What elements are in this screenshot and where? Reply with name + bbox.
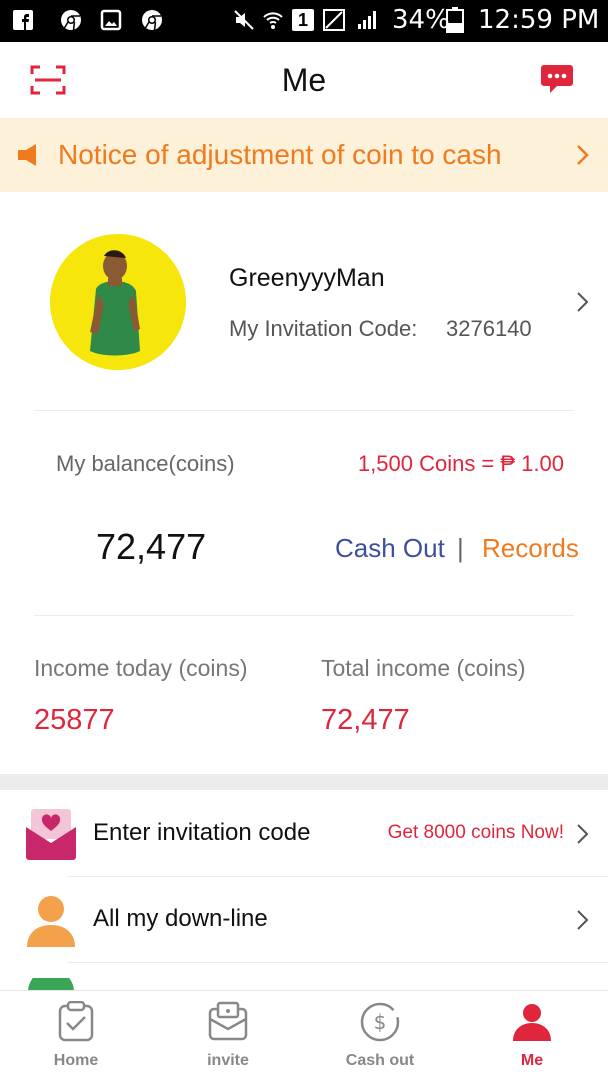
tab-cash-out[interactable]: $ Cash out [304, 991, 456, 1080]
user-icon [27, 896, 75, 947]
invitation-code-value: 3276140 [446, 316, 532, 341]
reward-hint: Get 8000 coins Now! [387, 822, 564, 843]
link-separator: | [457, 533, 464, 563]
divider [34, 410, 574, 411]
invitation-code-label: My Invitation Code: [229, 316, 418, 341]
avatar[interactable] [50, 234, 186, 370]
notice-text: Notice of adjustment of coin to cash [58, 139, 502, 170]
username: GreenyyyMan [229, 264, 385, 292]
app-header: Me [0, 42, 608, 118]
status-bar: 1 34% 12:59 PM [0, 0, 608, 42]
tab-label: Cash out [345, 1052, 415, 1069]
divider [68, 962, 608, 963]
chevron-right-icon [577, 910, 589, 930]
exchange-rate: 1,500 Coins = ₱ 1.00 [357, 451, 564, 476]
list-item-label: All my down-line [93, 905, 268, 932]
clipboard-check-icon [58, 1001, 94, 1042]
chrome-icon [142, 10, 162, 31]
facebook-icon [13, 10, 33, 30]
wifi-icon [263, 12, 283, 29]
sim-icon: 1 [292, 9, 314, 31]
list-item-label: Enter invitation code [93, 819, 311, 846]
bottom-tab-bar: Home invite $ Cash out Me [0, 990, 608, 1080]
page-title: Me [281, 62, 327, 98]
balance-label: My balance(coins) [56, 451, 235, 476]
mute-icon [234, 10, 254, 30]
speaker-icon [18, 144, 36, 166]
income-today-value: 25877 [34, 704, 115, 736]
list-item-enter-invitation-code[interactable]: Enter invitation code Get 8000 coins Now… [0, 791, 608, 877]
invitation-envelope-icon [26, 809, 76, 860]
chrome-icon [61, 10, 81, 31]
notice-banner[interactable]: Notice of adjustment of coin to cash [0, 118, 608, 192]
tab-label: Home [53, 1052, 99, 1069]
list-item-all-my-down-line[interactable]: All my down-line [0, 877, 608, 963]
battery-icon [446, 7, 464, 33]
tab-home[interactable]: Home [0, 991, 152, 1080]
tab-label: invite [207, 1052, 249, 1069]
svg-text:$: $ [374, 1010, 387, 1034]
dollar-coin-icon: $ [360, 1002, 400, 1042]
total-income-label: Total income (coins) [321, 655, 526, 681]
invite-letter-icon [208, 1001, 248, 1041]
income-today-label: Income today (coins) [34, 655, 248, 681]
total-income-value: 72,477 [321, 704, 410, 736]
gallery-icon [100, 9, 122, 31]
clock: 12:59 PM [478, 5, 600, 35]
tab-me[interactable]: Me [456, 991, 608, 1080]
chevron-right-icon [577, 824, 589, 844]
chevron-right-icon[interactable] [576, 290, 590, 314]
chevron-right-icon [577, 145, 589, 165]
avatar-photo [50, 234, 186, 370]
records-link[interactable]: Records [482, 533, 579, 564]
section-gap [0, 774, 608, 790]
tab-invite[interactable]: invite [152, 991, 304, 1080]
person-icon [513, 1004, 551, 1041]
no-signal-icon [323, 9, 345, 31]
divider [34, 615, 574, 616]
tab-label: Me [520, 1052, 544, 1069]
signal-icon [358, 11, 376, 29]
battery-percent: 34% [392, 5, 450, 35]
balance-value: 72,477 [96, 526, 207, 567]
message-icon[interactable] [540, 62, 574, 96]
cash-out-link[interactable]: Cash Out [335, 533, 445, 564]
